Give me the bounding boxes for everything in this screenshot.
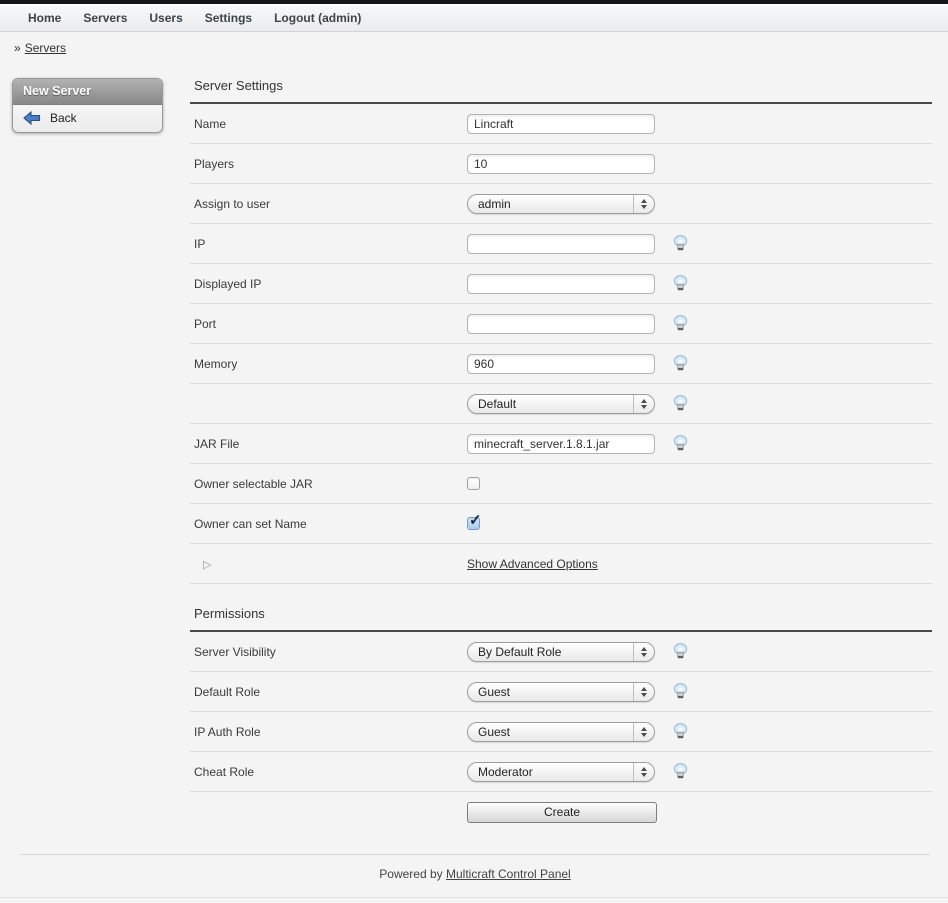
nav-item-home[interactable]: Home [28,11,61,25]
cheat-role-select[interactable]: Moderator [467,762,655,782]
select-stepper-icon [633,683,654,701]
field-label: JAR File [190,437,467,451]
form-row-server-visibility: Server Visibility By Default Role [190,632,932,672]
form-row-memory: Memory [190,344,932,384]
page-footer: Powered by Multicraft Control Panel [20,854,930,881]
sidebar-panel: New Server Back [12,78,163,133]
form-row-port: Port [190,304,932,344]
help-lightbulb-icon[interactable] [673,683,688,700]
help-lightbulb-icon[interactable] [673,235,688,252]
assign-to-user-select[interactable]: admin [467,194,655,214]
help-lightbulb-icon[interactable] [673,275,688,292]
help-lightbulb-icon[interactable] [673,723,688,740]
select-stepper-icon [633,643,654,661]
sidebar-back-label: Back [50,111,77,125]
field-label: Assign to user [190,197,467,211]
ip-auth-role-select[interactable]: Guest [467,722,655,742]
help-lightbulb-icon[interactable] [673,355,688,372]
select-stepper-icon [633,723,654,741]
field-label: Players [190,157,467,171]
owner-selectable-jar-checkbox[interactable]: ✓ [467,477,480,490]
help-lightbulb-icon[interactable] [673,315,688,332]
form-row-assign-to-user: Assign to user admin [190,184,932,224]
form-row-displayed-ip: Displayed IP [190,264,932,304]
form-row-memory-mode: Default [190,384,932,424]
players-input[interactable] [467,154,655,174]
displayed-ip-input[interactable] [467,274,655,294]
form-row-default-role: Default Role Guest [190,672,932,712]
form-row-name: Name [190,104,932,144]
main-navigation: Home Servers Users Settings Logout (admi… [0,4,948,32]
back-arrow-icon [23,111,41,125]
breadcrumb: » Servers [0,32,948,60]
show-advanced-options-link[interactable]: Show Advanced Options [467,557,598,571]
breadcrumb-marker-icon: » [14,41,21,55]
footer-link-multicraft[interactable]: Multicraft Control Panel [446,867,571,881]
select-stepper-icon [633,395,654,413]
field-label: Displayed IP [190,277,467,291]
port-input[interactable] [467,314,655,334]
name-input[interactable] [467,114,655,134]
select-value: Guest [478,685,510,699]
sidebar-title: New Server [13,79,162,105]
jar-file-input[interactable] [467,434,655,454]
form-row-advanced-toggle: ▷ Show Advanced Options [190,544,932,584]
field-label: IP Auth Role [190,725,467,739]
field-label: IP [190,237,467,251]
default-role-select[interactable]: Guest [467,682,655,702]
form-row-create: Create [190,792,932,832]
field-label: Server Visibility [190,645,467,659]
help-lightbulb-icon[interactable] [673,395,688,412]
check-icon: ✓ [469,511,482,529]
footer-text: Powered by [379,867,442,881]
field-label: Owner can set Name [190,517,467,531]
field-label: Name [190,117,467,131]
memory-input[interactable] [467,354,655,374]
select-value: Default [478,397,516,411]
help-lightbulb-icon[interactable] [673,643,688,660]
breadcrumb-link-servers[interactable]: Servers [25,41,66,55]
server-visibility-select[interactable]: By Default Role [467,642,655,662]
form-row-ip-auth-role: IP Auth Role Guest [190,712,932,752]
help-lightbulb-icon[interactable] [673,435,688,452]
select-stepper-icon [633,763,654,781]
memory-mode-select[interactable]: Default [467,394,655,414]
form-row-ip: IP [190,224,932,264]
field-label: Port [190,317,467,331]
form-row-jar-file: JAR File [190,424,932,464]
section-title-server-settings: Server Settings [190,74,932,104]
nav-item-servers[interactable]: Servers [83,11,127,25]
bottom-divider [0,897,948,898]
field-label: Default Role [190,685,467,699]
ip-input[interactable] [467,234,655,254]
select-value: By Default Role [478,645,561,659]
owner-can-set-name-checkbox[interactable]: ✓ [467,517,480,530]
form-row-cheat-role: Cheat Role Moderator [190,752,932,792]
form-row-owner-selectable-jar: Owner selectable JAR ✓ [190,464,932,504]
nav-item-logout[interactable]: Logout (admin) [274,11,361,25]
section-title-permissions: Permissions [190,602,932,632]
select-stepper-icon [633,195,654,213]
field-label: Owner selectable JAR [190,477,467,491]
nav-item-users[interactable]: Users [149,11,182,25]
help-lightbulb-icon[interactable] [673,763,688,780]
field-label: Cheat Role [190,765,467,779]
create-button[interactable]: Create [467,802,657,823]
form-row-players: Players [190,144,932,184]
advanced-toggle-triangle-icon[interactable]: ▷ [203,559,211,571]
nav-item-settings[interactable]: Settings [205,11,252,25]
select-value: Guest [478,725,510,739]
select-value: Moderator [478,765,533,779]
field-label: Memory [190,357,467,371]
main-content: Server Settings Name Players Assign to u… [190,74,932,832]
sidebar-item-back[interactable]: Back [13,105,162,132]
select-value: admin [478,197,511,211]
form-row-owner-can-set-name: Owner can set Name ✓ [190,504,932,544]
